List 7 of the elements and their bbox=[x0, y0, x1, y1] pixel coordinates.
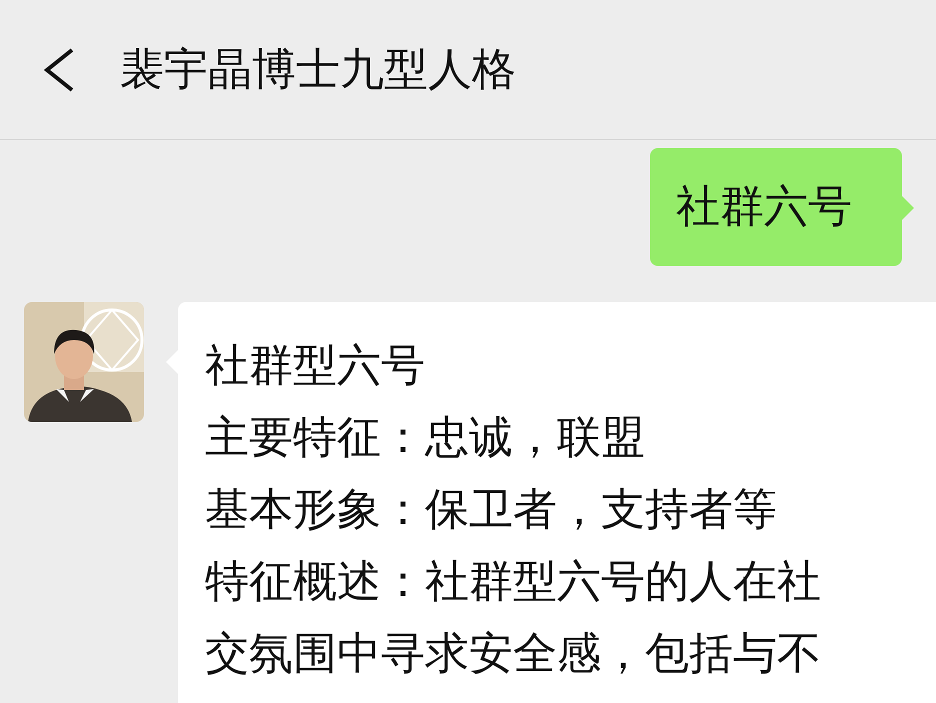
message-text: 交氛围中寻求安全感，包括与不 bbox=[205, 627, 822, 681]
message-text: 主要特征：忠诚，联盟 bbox=[205, 411, 646, 465]
chat-title: 裴宇晶博士九型人格 bbox=[120, 48, 516, 92]
message-text: 社群型六号 bbox=[205, 339, 426, 393]
message-text: 特征概述：社群型六号的人在社 bbox=[205, 555, 822, 609]
message-text: 社群六号 bbox=[676, 180, 853, 234]
message-text: 基本形象：保卫者，支持者等 bbox=[205, 483, 778, 537]
